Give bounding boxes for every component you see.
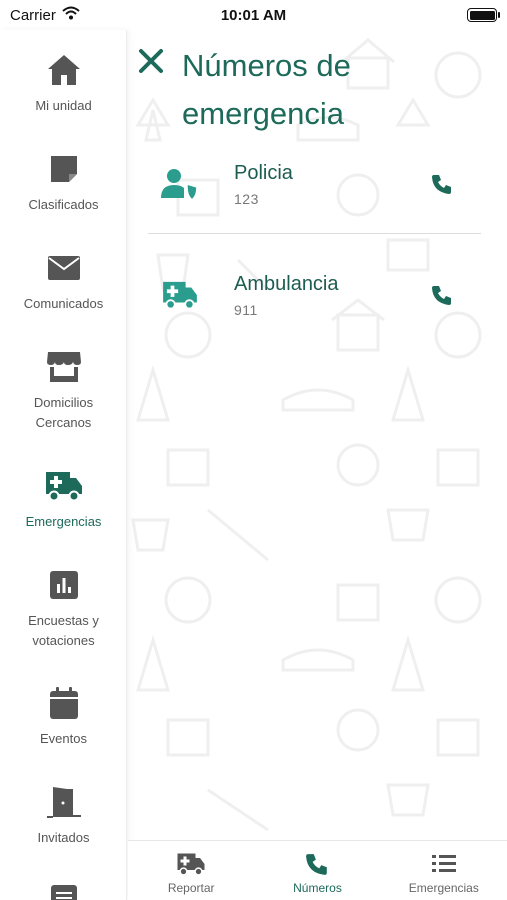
wifi-icon	[62, 6, 80, 24]
tab-emergencias[interactable]: Emergencias	[381, 841, 507, 900]
ambulance-icon	[160, 275, 200, 315]
store-icon	[46, 347, 82, 387]
contact-name: Ambulancia	[234, 273, 339, 295]
note-icon	[49, 149, 79, 189]
calendar-icon	[49, 683, 79, 723]
status-left: Carrier	[10, 6, 80, 24]
sidebar-item-clasificados[interactable]: Clasificados	[0, 149, 126, 215]
call-button[interactable]	[428, 170, 456, 198]
tab-label: Emergencias	[408, 881, 479, 895]
tab-reportar[interactable]: Reportar	[128, 841, 254, 900]
sidebar-item-eventos[interactable]: Eventos	[0, 683, 126, 749]
carrier-label: Carrier	[10, 6, 56, 24]
sidebar-item-emergencias[interactable]: Emergencias	[0, 466, 126, 532]
sidebar-item-label: Encuestas y votaciones	[28, 613, 99, 648]
sidebar-item-invitados[interactable]: Invitados	[0, 782, 126, 848]
tab-label: Reportar	[167, 881, 215, 895]
sidebar-item-comunicados[interactable]: Comunicados	[0, 248, 126, 314]
sidebar-item-label: Clasificados	[28, 197, 99, 212]
sidebar-item-label: Eventos	[40, 731, 87, 746]
sidebar-item-label: Emergencias	[25, 514, 102, 529]
tab-numeros[interactable]: Números	[254, 841, 380, 900]
sidebar-item-domicilios[interactable]: Domicilios Cercanos	[0, 347, 126, 433]
call-button[interactable]	[428, 281, 456, 309]
sidebar: Mi unidad Clasificados Comunicados Domic…	[0, 30, 127, 900]
ambulance-icon	[44, 466, 84, 506]
tab-label: Números	[293, 881, 342, 895]
sidebar-item-mi-unidad[interactable]: Mi unidad	[0, 50, 126, 116]
close-icon	[139, 49, 163, 73]
sidebar-item-more[interactable]	[0, 878, 126, 900]
mail-icon	[47, 248, 81, 288]
contact-row-policia[interactable]: Policia 123	[128, 142, 507, 234]
home-icon	[46, 50, 82, 90]
main-panel: Números de emergencia Policia 123 Ambula…	[128, 30, 507, 840]
divider	[148, 233, 481, 234]
door-icon	[45, 782, 83, 822]
ambulance-icon	[176, 851, 206, 877]
sidebar-item-label: Domicilios Cercanos	[33, 395, 94, 430]
bottom-tab-bar: Reportar Números Emergencias	[128, 840, 507, 900]
status-bar: Carrier 10:01 AM	[0, 0, 507, 30]
police-user-shield-icon	[160, 164, 200, 204]
phone-icon	[432, 175, 451, 194]
phone-icon	[305, 851, 329, 877]
battery-icon	[467, 8, 500, 22]
contact-number: 123	[234, 191, 259, 207]
contact-number: 911	[234, 302, 258, 318]
contact-row-ambulancia[interactable]: Ambulancia 911	[128, 253, 507, 345]
close-button[interactable]	[136, 44, 166, 78]
poll-icon	[49, 565, 79, 605]
sidebar-item-label: Mi unidad	[35, 98, 92, 113]
page-title: Números de emergencia	[182, 48, 351, 131]
list-doc-icon	[50, 878, 78, 900]
sidebar-item-label: Invitados	[37, 830, 90, 845]
sidebar-item-label: Comunicados	[23, 296, 104, 311]
sidebar-item-encuestas[interactable]: Encuestas y votaciones	[0, 565, 126, 651]
contact-name: Policia	[234, 162, 293, 184]
phone-icon	[432, 286, 451, 305]
list-icon	[431, 851, 457, 877]
